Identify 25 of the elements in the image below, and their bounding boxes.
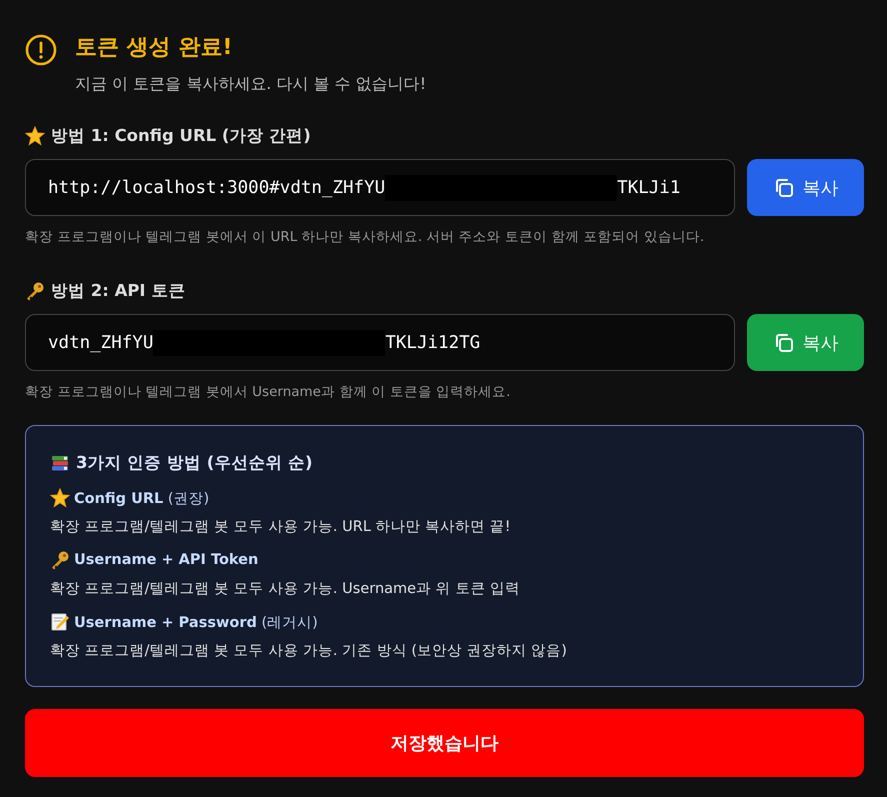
method-name: Config URL (권장) [74, 490, 210, 508]
alert-title: 토큰 생성 완료! [75, 34, 234, 62]
method-description: 확장 프로그램/텔레그램 봇 모두 사용 가능. 기존 방식 (보안상 권장하지 않음) [50, 642, 568, 660]
key-icon [25, 281, 45, 301]
copy-button[interactable]: 복사 [747, 314, 864, 371]
books-icon [50, 453, 70, 473]
memo-icon [50, 612, 70, 632]
token-field[interactable]: http://localhost:3000#vdtn_ZHfYU TKLJi1 [25, 159, 735, 216]
star-icon [25, 126, 45, 146]
key-icon [50, 550, 70, 570]
method-description: 확장 프로그램/텔레그램 봇 모두 사용 가능. URL 하나만 복사하면 끝! [50, 518, 512, 536]
star-icon [50, 488, 70, 508]
info-title: 3가지 인증 방법 (우선순위 순) [76, 452, 313, 474]
method-name: Username + API Token [74, 552, 258, 568]
warning-icon [25, 34, 57, 66]
method-description: 확장 프로그램/텔레그램 봇 모두 사용 가능. Username과 위 토큰 입력 [50, 580, 521, 598]
save-button[interactable]: 저장했습니다 [25, 709, 864, 777]
help-text: 확장 프로그램이나 텔레그램 봇에서 이 URL 하나만 복사하세요. 서버 주소와 토큰이 함께 포함되어 있습니다. [25, 228, 706, 246]
alert-message: 지금 이 토큰을 복사하세요. 다시 볼 수 없습니다! [75, 74, 426, 95]
copy-button[interactable]: 복사 [747, 159, 864, 216]
section-label: 방법 1: Config URL (가장 간편) [51, 125, 311, 147]
method-name: Username + Password (레거시) [74, 614, 318, 632]
section-label: 방법 2: API 토큰 [51, 280, 186, 302]
help-text: 확장 프로그램이나 텔레그램 봇에서 Username과 함께 이 토큰을 입력하세요. [25, 383, 512, 401]
token-field[interactable]: vdtn_ZHfYU TKLJi12TG [25, 314, 735, 371]
